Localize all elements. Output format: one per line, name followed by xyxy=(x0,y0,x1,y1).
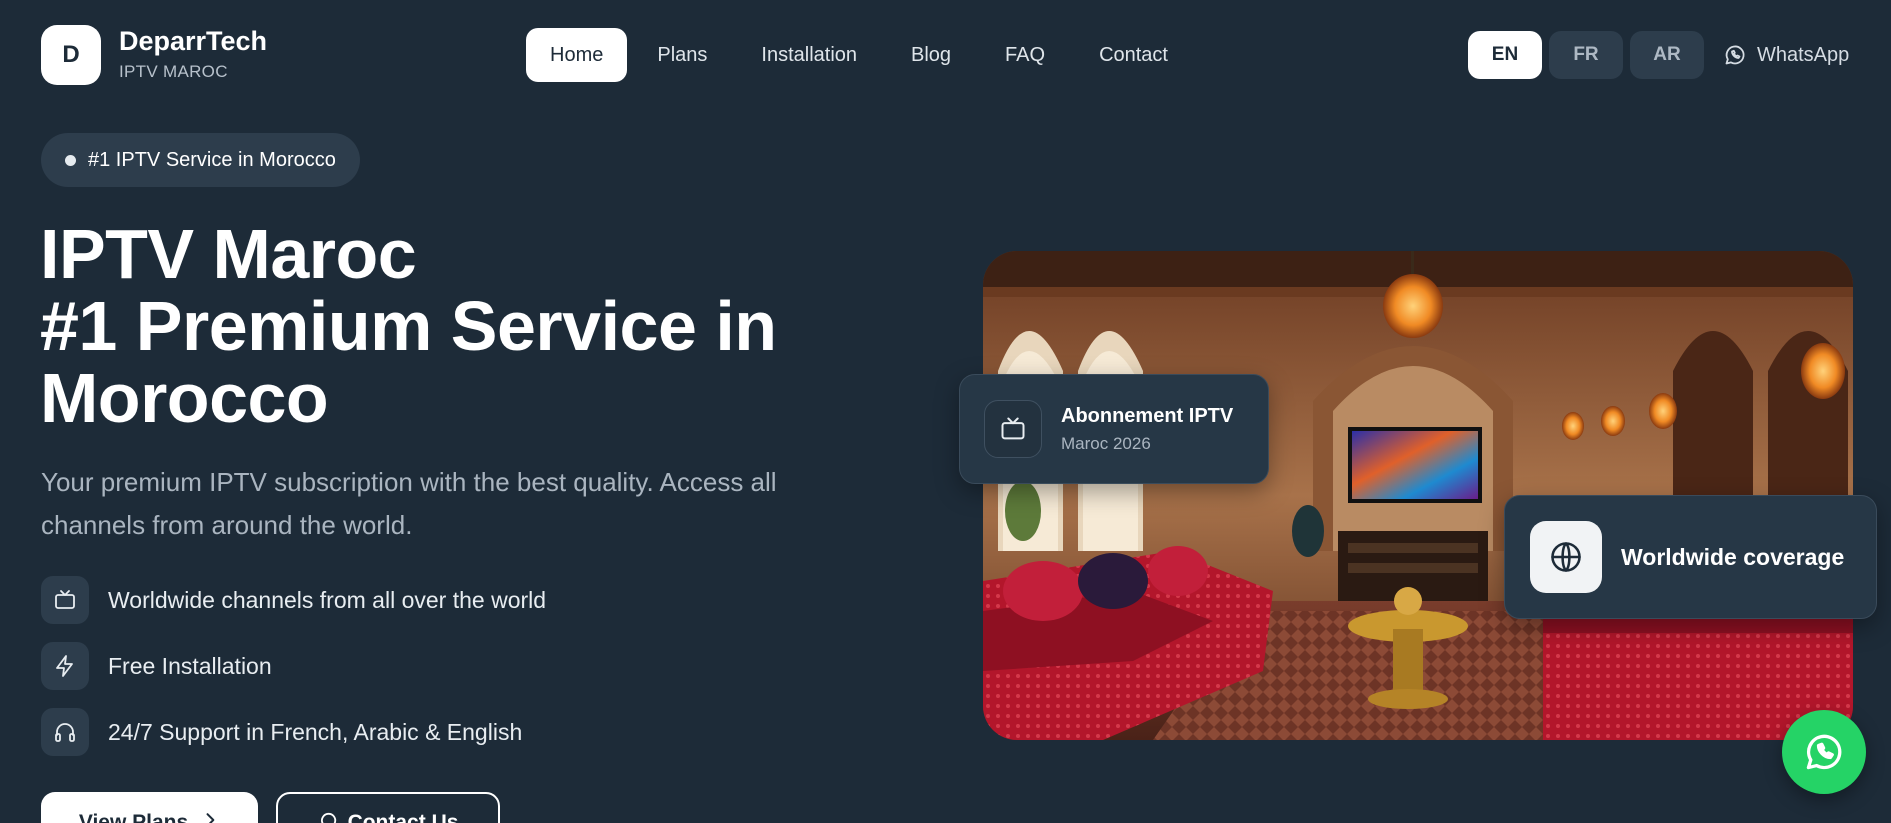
headphones-icon xyxy=(41,708,89,756)
globe-icon xyxy=(1530,521,1602,593)
nav-plans[interactable]: Plans xyxy=(633,28,731,82)
feature-item: Free Installation xyxy=(41,642,546,690)
lightning-icon xyxy=(41,642,89,690)
tv-icon xyxy=(984,400,1042,458)
coverage-card: Worldwide coverage xyxy=(1504,495,1877,619)
main-nav: Home Plans Installation Blog FAQ Contact xyxy=(526,28,1198,82)
arrow-right-icon xyxy=(200,810,220,823)
feature-text: Worldwide channels from all over the wor… xyxy=(108,586,547,613)
nav-home[interactable]: Home xyxy=(526,28,628,82)
nav-installation[interactable]: Installation xyxy=(737,28,881,82)
language-switcher: EN FR AR WhatsApp xyxy=(1468,31,1849,79)
feature-list: Worldwide channels from all over the wor… xyxy=(41,576,546,774)
brand-tagline: IPTV MAROC xyxy=(119,62,228,81)
lang-fr-button[interactable]: FR xyxy=(1549,31,1623,79)
tv-icon xyxy=(41,576,89,624)
contact-us-button[interactable]: Contact Us xyxy=(276,792,500,823)
brand-name[interactable]: DeparrTech xyxy=(119,26,267,57)
hero-title-line-1: IPTV Maroc xyxy=(40,215,417,293)
lang-en-button[interactable]: EN xyxy=(1468,31,1542,79)
nav-blog[interactable]: Blog xyxy=(887,28,975,82)
coverage-card-title: Worldwide coverage xyxy=(1621,543,1845,570)
badge-dot-icon xyxy=(65,154,76,166)
feature-text: Free Installation xyxy=(108,652,272,679)
hero-badge-text: #1 IPTV Service in Morocco xyxy=(88,148,336,171)
chat-icon xyxy=(318,810,338,823)
site-header: D DeparrTech IPTV MAROC Home Plans Insta… xyxy=(0,0,1891,110)
hero-title: IPTV Maroc #1 Premium Service in Morocco xyxy=(40,218,900,434)
whatsapp-floating-button[interactable] xyxy=(1782,710,1866,794)
feature-text: 24/7 Support in French, Arabic & English xyxy=(108,718,523,745)
logo-mark[interactable]: D xyxy=(41,25,101,85)
view-plans-button[interactable]: View Plans xyxy=(41,792,258,823)
whatsapp-link[interactable]: WhatsApp xyxy=(1723,43,1849,67)
feature-item: Worldwide channels from all over the wor… xyxy=(41,576,546,624)
whatsapp-icon xyxy=(1806,734,1842,770)
hero-title-line-2: #1 Premium Service in xyxy=(40,287,777,365)
nav-faq[interactable]: FAQ xyxy=(981,28,1069,82)
hero-badge: #1 IPTV Service in Morocco xyxy=(41,133,360,187)
whatsapp-icon xyxy=(1725,45,1745,65)
feature-item: 24/7 Support in French, Arabic & English xyxy=(41,708,546,756)
subscription-card-subtitle: Maroc 2026 xyxy=(1061,433,1151,453)
subscription-card: Abonnement IPTV Maroc 2026 xyxy=(959,374,1269,484)
subscription-card-title: Abonnement IPTV xyxy=(1061,404,1234,427)
whatsapp-label: WhatsApp xyxy=(1757,43,1850,66)
contact-us-label: Contact Us xyxy=(347,811,459,823)
nav-contact[interactable]: Contact xyxy=(1075,28,1192,82)
view-plans-label: View Plans xyxy=(78,811,189,823)
lang-ar-button[interactable]: AR xyxy=(1630,31,1704,79)
hero-title-line-3: Morocco xyxy=(40,359,329,437)
hero-description: Your premium IPTV subscription with the … xyxy=(41,467,777,540)
